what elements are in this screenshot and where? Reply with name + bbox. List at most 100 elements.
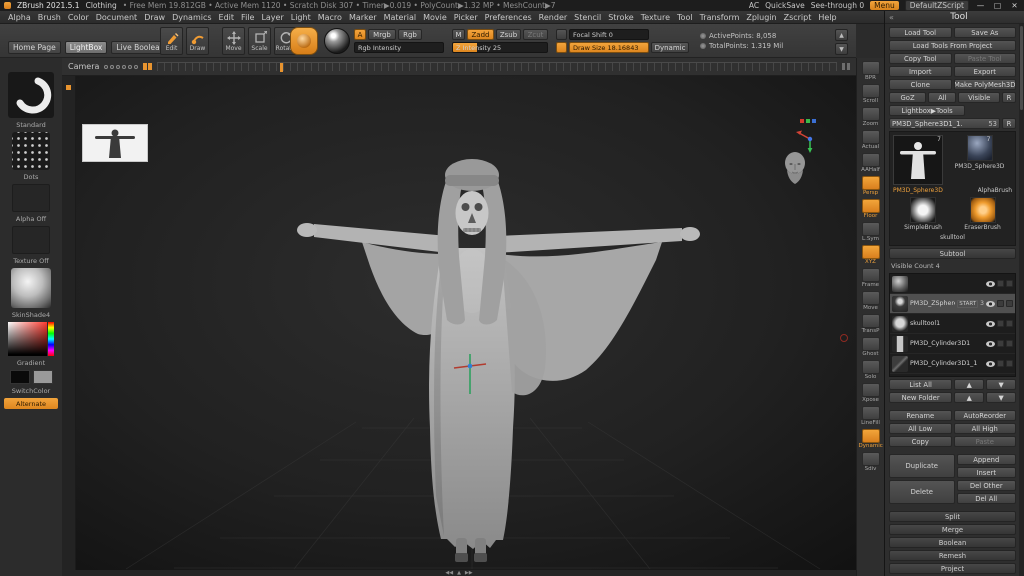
menu-item[interactable]: Macro (315, 13, 345, 22)
tool-thumbnail-eraserbrush[interactable] (970, 197, 996, 223)
z-intensity-slider[interactable]: Z Intensity 25 (452, 42, 548, 53)
subtool-row[interactable]: PM3D_ZSphere_1 START 3 (890, 294, 1015, 314)
del-all-button[interactable]: Del All (957, 493, 1017, 504)
subtool-up-button[interactable]: ▲ (954, 379, 984, 390)
export-button[interactable]: Export (954, 66, 1017, 77)
save-as-button[interactable]: Save As (954, 27, 1017, 38)
menu-item[interactable]: Layer (258, 13, 286, 22)
goz-all-button[interactable]: All (928, 92, 956, 103)
canvas-scroll-bar[interactable]: ◀◀ ▲ ▶▶ (62, 570, 856, 576)
see-through-slider[interactable]: See-through 0 (811, 1, 864, 10)
polypaint-icon[interactable] (997, 360, 1004, 367)
menu-item[interactable]: Draw (141, 13, 168, 22)
rename-button[interactable]: Rename (889, 410, 952, 421)
subtool-section-button[interactable]: Project (889, 563, 1016, 574)
clone-button[interactable]: Clone (889, 79, 952, 90)
goz-button[interactable]: GoZ (889, 92, 926, 103)
delete-button[interactable]: Delete (889, 480, 955, 504)
right-shelf-button[interactable]: Floor (859, 199, 883, 220)
right-shelf-button[interactable]: LineFill (859, 406, 883, 427)
right-shelf-button[interactable]: Scroll (859, 84, 883, 105)
right-shelf-button[interactable]: Zoom (859, 107, 883, 128)
right-shelf-button[interactable]: L.Sym (859, 222, 883, 243)
right-shelf-button[interactable]: TransP (859, 314, 883, 335)
menu-item[interactable]: Document (93, 13, 140, 22)
focal-shift-slider[interactable]: Focal Shift 0 (569, 29, 649, 40)
rgb-intensity-slider[interactable]: Rgb Intensity (354, 42, 444, 53)
quick-pick-head-thumbnail[interactable] (780, 150, 810, 192)
new-folder-button[interactable]: New Folder (889, 392, 952, 403)
saturation-value-area[interactable] (8, 322, 47, 356)
menu-item[interactable]: Material (381, 13, 420, 22)
menu-item[interactable]: Zplugin (743, 13, 779, 22)
lightbox-button[interactable]: LightBox (65, 41, 108, 54)
subtool-section-button[interactable]: Merge (889, 524, 1016, 535)
subtool-section-header[interactable]: Subtool (889, 248, 1016, 259)
right-shelf-button[interactable]: BPR (859, 61, 883, 82)
lightbox-tools-button[interactable]: Lightbox▶Tools (889, 105, 965, 116)
dynamic-button[interactable]: Dynamic (651, 42, 689, 53)
polypaint-icon[interactable] (997, 320, 1004, 327)
polypaint-icon[interactable] (997, 280, 1004, 287)
menu-item[interactable]: Alpha (5, 13, 34, 22)
default-zscript-button[interactable]: DefaultZScript (905, 0, 969, 11)
tool-thumbnail-simplebrush[interactable] (910, 197, 936, 223)
menu-toggle-button[interactable]: Menu (870, 1, 899, 10)
current-tool-slot[interactable]: PM3D_Sphere3D1_1. 53 (889, 118, 1000, 129)
subtool-section-button[interactable]: Split (889, 511, 1016, 522)
stroke-thumbnail-dots[interactable] (12, 132, 50, 170)
tool-panel-scrollbar[interactable] (1019, 24, 1024, 576)
copy-tool-button[interactable]: Copy Tool (889, 53, 952, 64)
right-shelf-button[interactable]: Ghost (859, 337, 883, 358)
paste-subtool-button[interactable]: Paste (954, 436, 1017, 447)
collapse-icon[interactable]: « (889, 11, 894, 24)
scroll-up-icon[interactable]: ▲ (457, 571, 461, 576)
right-shelf-button[interactable]: Solo (859, 360, 883, 381)
right-shelf-button[interactable]: Xpose (859, 383, 883, 404)
tool-thumbnail-sphere[interactable]: 7 (967, 135, 993, 161)
camera-label[interactable]: Camera (68, 62, 99, 71)
edit-mode-button[interactable]: Edit (160, 27, 183, 55)
folder-icon[interactable] (1006, 320, 1013, 327)
m-button[interactable]: M (452, 29, 465, 40)
rgb-button[interactable]: Rgb (398, 29, 422, 40)
maximize-button[interactable]: □ (992, 1, 1003, 10)
menu-item[interactable]: Edit (216, 13, 238, 22)
all-low-button[interactable]: All Low (889, 423, 952, 434)
insert-button[interactable]: Insert (957, 467, 1017, 478)
folder-up-button[interactable]: ▲ (954, 392, 984, 403)
visibility-eye-icon[interactable] (986, 281, 995, 287)
menu-item[interactable]: File (238, 13, 257, 22)
folder-icon[interactable] (1006, 340, 1013, 347)
timeline-track[interactable] (157, 62, 837, 71)
menu-item[interactable]: Preferences (482, 13, 535, 22)
color-picker[interactable] (8, 322, 54, 356)
menu-item[interactable]: Color (65, 13, 92, 22)
menu-item[interactable]: Stencil (571, 13, 604, 22)
brush-thumbnail-standard[interactable] (8, 72, 54, 118)
load-tool-button[interactable]: Load Tool (889, 27, 952, 38)
right-shelf-button[interactable]: Persp (859, 176, 883, 197)
visibility-eye-icon[interactable] (986, 301, 995, 307)
right-shelf-button[interactable]: XYZ (859, 245, 883, 266)
stepper-up-button[interactable]: ▲ (835, 29, 848, 41)
paste-tool-button[interactable]: Paste Tool (954, 53, 1017, 64)
right-shelf-button[interactable]: Move (859, 291, 883, 312)
gradient-button[interactable]: Gradient (17, 359, 45, 367)
texture-thumbnail[interactable] (12, 226, 50, 254)
tool-panel-header[interactable]: « Tool (885, 11, 1024, 24)
draw-size-slider[interactable]: Draw Size 18.16843 (569, 42, 649, 53)
scroll-left-icon[interactable]: ◀◀ (445, 571, 453, 576)
zsub-button[interactable]: Zsub (496, 29, 521, 40)
subtool-down-button[interactable]: ▼ (986, 379, 1016, 390)
switch-color-button[interactable]: SwitchColor (12, 387, 50, 395)
menu-item[interactable]: Help (815, 13, 839, 22)
goz-r-button[interactable]: R (1002, 92, 1016, 103)
folder-down-button[interactable]: ▼ (986, 392, 1016, 403)
folder-icon[interactable] (1006, 360, 1013, 367)
scale-mode-button[interactable]: Scale (248, 27, 271, 55)
menu-item[interactable]: Render (536, 13, 570, 22)
folder-icon[interactable] (1006, 280, 1013, 287)
visibility-eye-icon[interactable] (986, 321, 995, 327)
visibility-eye-icon[interactable] (986, 341, 995, 347)
